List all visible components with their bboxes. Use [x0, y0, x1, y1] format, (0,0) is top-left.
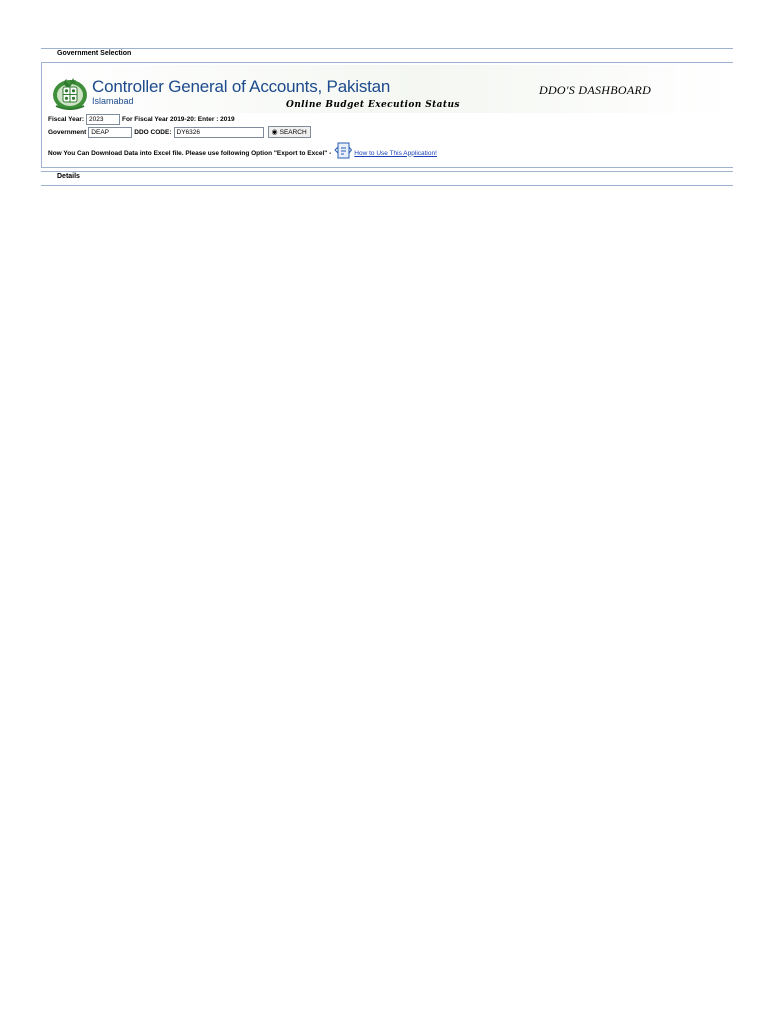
dashboard-title: DDO'S DASHBOARD	[539, 83, 652, 97]
ddo-code-label: DDO CODE:	[134, 128, 172, 136]
government-label: Government	[48, 128, 87, 136]
help-document-icon[interactable]	[334, 141, 353, 161]
fiscal-year-input[interactable]: 2023	[86, 114, 121, 125]
government-input[interactable]: DEAP	[88, 126, 133, 138]
download-note-row: Now You Can Download Data into Excel fil…	[48, 141, 437, 163]
details-bar: Details	[41, 171, 733, 186]
dashboard-panel: Controller General of Accounts, Pakistan…	[41, 63, 733, 168]
government-selection-label: Government Selection	[57, 50, 132, 57]
help-link[interactable]: How to Use This Application!	[354, 150, 437, 157]
download-note: Now You Can Download Data into Excel fil…	[48, 149, 332, 157]
binoculars-icon: ◉	[271, 129, 278, 136]
search-button-label: SEARCH	[279, 128, 307, 136]
government-selection-bar: Government Selection	[41, 48, 733, 63]
search-button[interactable]: ◉ SEARCH	[267, 126, 311, 138]
details-label: Details	[57, 173, 80, 180]
ddo-code-input[interactable]: DY6326	[173, 126, 264, 138]
organization-name: Controller General of Accounts, Pakistan	[92, 77, 391, 96]
government-ddo-row: Government DEAP DDO CODE: DY6326 ◉ SEARC…	[48, 126, 311, 138]
application-tagline: Online Budget Execution Status	[286, 100, 460, 110]
fiscal-year-label: Fiscal Year:	[48, 116, 85, 123]
organization-city: Islamabad	[92, 96, 134, 106]
pakistan-emblem-icon	[53, 78, 87, 110]
fiscal-year-row: Fiscal Year: 2023 For Fiscal Year 2019-2…	[48, 114, 235, 125]
fiscal-year-hint: For Fiscal Year 2019-20: Enter : 2019	[122, 116, 235, 123]
header-banner: Controller General of Accounts, Pakistan…	[44, 65, 732, 113]
